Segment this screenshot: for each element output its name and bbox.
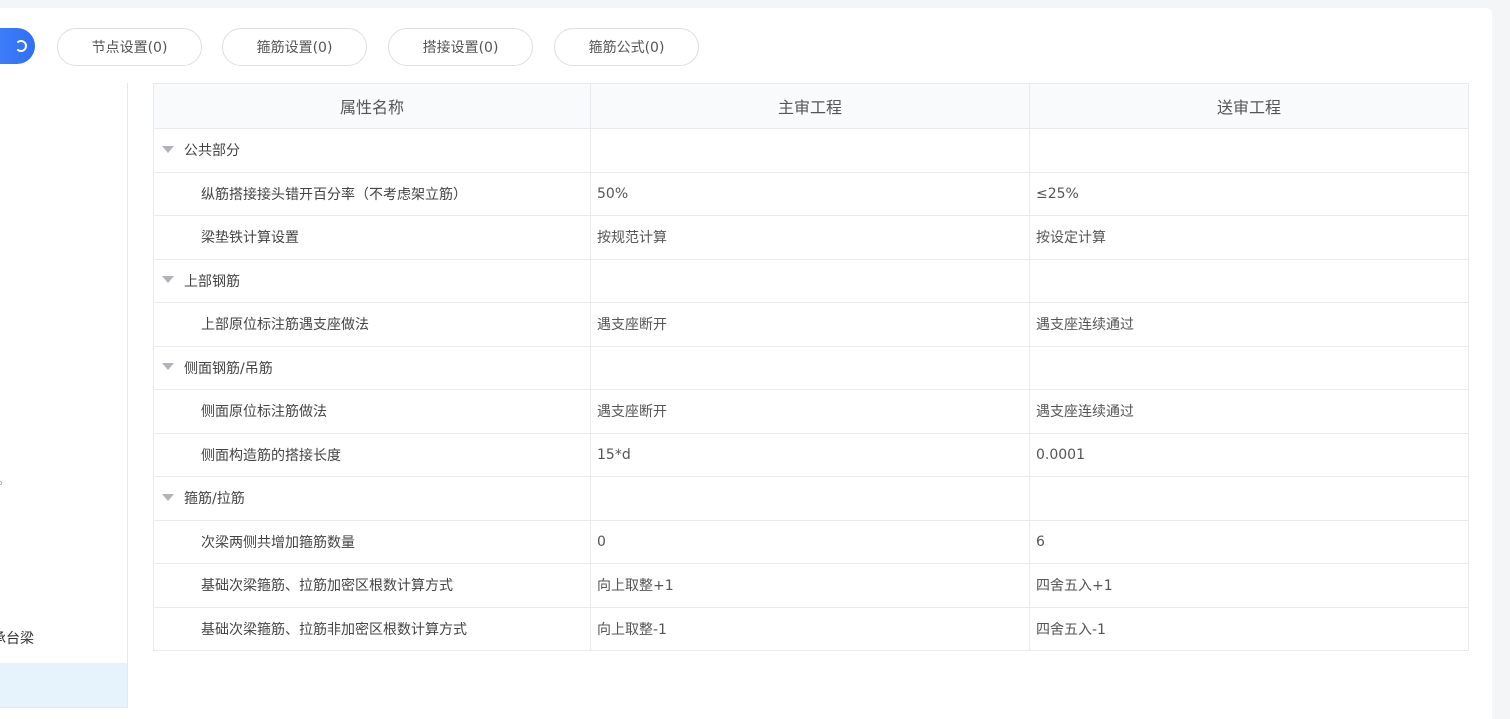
property-name-text: 侧面构造筋的搭接长度 bbox=[201, 447, 341, 464]
cell-main-value: 向上取整+1 bbox=[590, 563, 1030, 608]
cell-review-value bbox=[1029, 258, 1469, 303]
cell-property-name: 箍筋/拉筋 bbox=[153, 476, 591, 521]
caret-down-icon[interactable] bbox=[162, 493, 174, 501]
tab-label: 节点设置(0) bbox=[91, 40, 168, 56]
tab-label: 箍筋公式(0) bbox=[588, 40, 665, 56]
table-row[interactable]: 梁垫铁计算设置 按规范计算 按设定计算 bbox=[153, 215, 1469, 260]
cell-review-value: 0.0001 bbox=[1029, 432, 1469, 477]
column-header-review-project: 送审工程 bbox=[1029, 83, 1469, 129]
cell-property-name: 侧面构造筋的搭接长度 bbox=[153, 432, 591, 477]
table-row[interactable]: 上部原位标注筋遇支座做法 遇支座断开 遇支座连续通过 bbox=[153, 302, 1469, 347]
cell-review-value: 6 bbox=[1029, 519, 1469, 564]
cell-review-value bbox=[1029, 476, 1469, 521]
cell-main-value: 15*d bbox=[590, 432, 1030, 477]
tree-item-selected[interactable] bbox=[0, 663, 127, 707]
cell-review-value: 遇支座连续通过 bbox=[1029, 302, 1469, 347]
cell-main-value bbox=[590, 258, 1030, 303]
property-name-text: 公共部分 bbox=[184, 143, 240, 160]
table-group-row[interactable]: 公共部分 bbox=[153, 128, 1469, 173]
column-header-main-project: 主审工程 bbox=[590, 83, 1030, 129]
cell-property-name: 侧面钢筋/吊筋 bbox=[153, 345, 591, 390]
property-name-text: 基础次梁箍筋、拉筋加密区根数计算方式 bbox=[201, 578, 453, 595]
table-group-row[interactable]: 上部钢筋 bbox=[153, 258, 1469, 303]
table-group-row[interactable]: 箍筋/拉筋 bbox=[153, 476, 1469, 521]
cell-main-value bbox=[590, 128, 1030, 173]
cell-main-value: 遇支座断开 bbox=[590, 389, 1030, 434]
tab-label: 箍筋设置(0) bbox=[256, 40, 333, 56]
cell-review-value: ≤25% bbox=[1029, 171, 1469, 216]
main-panel: 节点设置(0) 箍筋设置(0) 搭接设置(0) 箍筋公式(0) 。 承台梁 属性… bbox=[0, 8, 1492, 719]
table-row[interactable]: 侧面原位标注筋做法 遇支座断开 遇支座连续通过 bbox=[153, 389, 1469, 434]
property-name-text: 侧面原位标注筋做法 bbox=[201, 404, 327, 421]
table-group-row[interactable]: 侧面钢筋/吊筋 bbox=[153, 345, 1469, 390]
property-name-text: 纵筋搭接接头错开百分率（不考虑架立筋） bbox=[201, 186, 467, 203]
cell-main-value: 向上取整-1 bbox=[590, 606, 1030, 651]
cell-main-value bbox=[590, 345, 1030, 390]
cell-property-name: 梁垫铁计算设置 bbox=[153, 215, 591, 260]
property-name-text: 次梁两侧共增加箍筋数量 bbox=[201, 534, 355, 551]
table-row[interactable]: 纵筋搭接接头错开百分率（不考虑架立筋） 50% ≤25% bbox=[153, 171, 1469, 216]
component-tree: 。 承台梁 bbox=[0, 83, 128, 708]
property-name-text: 箍筋/拉筋 bbox=[184, 491, 245, 508]
property-name-text: 梁垫铁计算设置 bbox=[201, 230, 299, 247]
cell-property-name: 上部钢筋 bbox=[153, 258, 591, 303]
tab-stirrup-settings[interactable]: 箍筋设置(0) bbox=[222, 28, 367, 66]
property-name-text: 侧面钢筋/吊筋 bbox=[184, 360, 273, 377]
tree-item-cap-beam[interactable]: 承台梁 bbox=[0, 628, 34, 648]
cell-review-value bbox=[1029, 345, 1469, 390]
table-row[interactable]: 基础次梁箍筋、拉筋加密区根数计算方式 向上取整+1 四舍五入+1 bbox=[153, 563, 1469, 608]
cell-property-name: 基础次梁箍筋、拉筋加密区根数计算方式 bbox=[153, 563, 591, 608]
table-header-row: 属性名称 主审工程 送审工程 bbox=[153, 83, 1469, 129]
cell-review-value: 四舍五入-1 bbox=[1029, 606, 1469, 651]
cell-property-name: 公共部分 bbox=[153, 128, 591, 173]
property-name-text: 上部原位标注筋遇支座做法 bbox=[201, 317, 369, 334]
caret-down-icon[interactable] bbox=[162, 276, 174, 284]
table-row[interactable]: 基础次梁箍筋、拉筋非加密区根数计算方式 向上取整-1 四舍五入-1 bbox=[153, 606, 1469, 651]
cell-main-value: 按规范计算 bbox=[590, 215, 1030, 260]
cell-property-name: 侧面原位标注筋做法 bbox=[153, 389, 591, 434]
tab-node-settings[interactable]: 节点设置(0) bbox=[57, 28, 202, 66]
loading-icon bbox=[15, 40, 27, 52]
table-row[interactable]: 侧面构造筋的搭接长度 15*d 0.0001 bbox=[153, 432, 1469, 477]
tab-lap-settings[interactable]: 搭接设置(0) bbox=[388, 28, 533, 66]
cell-review-value: 遇支座连续通过 bbox=[1029, 389, 1469, 434]
tree-mark: 。 bbox=[0, 471, 10, 488]
cell-review-value: 按设定计算 bbox=[1029, 215, 1469, 260]
cell-review-value bbox=[1029, 128, 1469, 173]
scrollbar-track[interactable] bbox=[1492, 0, 1510, 719]
tab-label: 搭接设置(0) bbox=[422, 40, 499, 56]
property-table: 属性名称 主审工程 送审工程 公共部分纵筋搭接接头错开百分率（不考虑架立筋） 50… bbox=[153, 83, 1469, 651]
cell-main-value: 遇支座断开 bbox=[590, 302, 1030, 347]
cell-main-value bbox=[590, 476, 1030, 521]
cell-main-value: 50% bbox=[590, 171, 1030, 216]
column-header-property: 属性名称 bbox=[153, 83, 591, 129]
cell-property-name: 次梁两侧共增加箍筋数量 bbox=[153, 519, 591, 564]
tab-active[interactable] bbox=[0, 28, 35, 64]
tab-stirrup-formula[interactable]: 箍筋公式(0) bbox=[554, 28, 699, 66]
cell-property-name: 纵筋搭接接头错开百分率（不考虑架立筋） bbox=[153, 171, 591, 216]
caret-down-icon[interactable] bbox=[162, 363, 174, 371]
property-name-text: 基础次梁箍筋、拉筋非加密区根数计算方式 bbox=[201, 621, 467, 638]
cell-property-name: 上部原位标注筋遇支座做法 bbox=[153, 302, 591, 347]
caret-down-icon[interactable] bbox=[162, 145, 174, 153]
cell-main-value: 0 bbox=[590, 519, 1030, 564]
cell-review-value: 四舍五入+1 bbox=[1029, 563, 1469, 608]
cell-property-name: 基础次梁箍筋、拉筋非加密区根数计算方式 bbox=[153, 606, 591, 651]
property-name-text: 上部钢筋 bbox=[184, 273, 240, 290]
table-row[interactable]: 次梁两侧共增加箍筋数量 0 6 bbox=[153, 519, 1469, 564]
